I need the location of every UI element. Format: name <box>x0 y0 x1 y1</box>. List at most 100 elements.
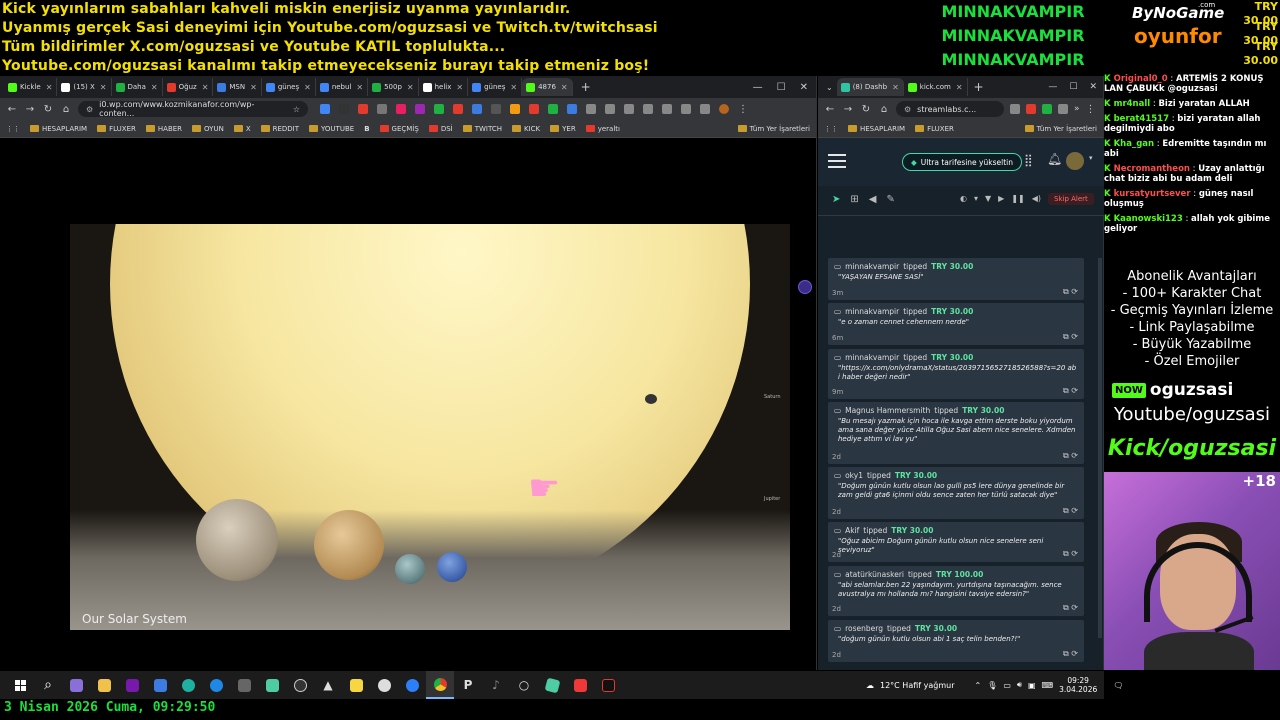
home-icon[interactable]: ⌂ <box>878 104 890 115</box>
bookmark-all[interactable]: Tüm Yer İşaretleri <box>1024 125 1097 133</box>
extension-icon[interactable] <box>643 103 653 114</box>
app-triangle-icon[interactable]: ▲ <box>314 671 342 699</box>
extension-icon[interactable] <box>434 103 444 114</box>
minimize-button[interactable]: — <box>753 82 763 93</box>
forward-arrow-icon[interactable]: → <box>24 104 36 115</box>
gift-icon[interactable]: ⊞ <box>850 194 858 205</box>
tab-search-icon[interactable]: ⌄ <box>822 83 837 92</box>
play-icon[interactable]: ▶ <box>998 194 1004 203</box>
alert-card[interactable]: ▭ minnakvampir tipped TRY 30.00 "YAŞAYAN EF… <box>828 258 1084 300</box>
minimize-button[interactable]: — <box>1048 82 1057 92</box>
bookmark-yeralti[interactable]: yeraltı <box>585 125 620 133</box>
bookmark-hesaplarim[interactable]: HESAPLARIM <box>30 125 87 133</box>
extension-icon[interactable] <box>358 103 368 114</box>
weather-text[interactable]: 12°C Hafif yağmur <box>880 681 955 690</box>
bookmark-all[interactable]: Tüm Yer İşaretleri <box>737 125 810 133</box>
tab-4[interactable]: Oğuz ✕ <box>163 78 214 96</box>
extension-icon[interactable] <box>624 103 634 114</box>
extension-icon[interactable] <box>491 103 501 114</box>
chevron-down-icon[interactable]: ▾ <box>974 194 978 203</box>
skip-alert-button[interactable]: Skip Alert <box>1048 193 1094 205</box>
edge-dev-icon[interactable] <box>174 671 202 699</box>
bookmark-apps-icon[interactable]: ⋮⋮ <box>824 125 838 133</box>
avatar[interactable] <box>1066 152 1084 170</box>
send-icon[interactable]: ➤ <box>832 194 840 205</box>
close-window-button[interactable]: ✕ <box>800 82 808 93</box>
upgrade-button[interactable]: ◆ Ultra tarifesine yükseltin <box>902 153 1022 171</box>
pencil-icon[interactable]: ✎ <box>886 194 894 205</box>
monitor-icon[interactable]: ▣ <box>1028 681 1036 690</box>
bookmark-x[interactable]: X <box>233 125 251 133</box>
extension-icon[interactable] <box>339 103 349 114</box>
tab-2[interactable]: (15) X ✕ <box>57 78 112 96</box>
camera-app-icon[interactable] <box>230 671 258 699</box>
bookmark-youtube[interactable]: YOUTUBE <box>309 125 354 133</box>
keyboard-icon[interactable]: ⌨ <box>1042 681 1054 690</box>
close-icon[interactable]: ✕ <box>100 83 107 92</box>
extension-icon[interactable] <box>605 103 615 114</box>
alert-actions[interactable]: ⧉ ⟳ <box>1063 649 1078 659</box>
close-icon[interactable]: ✕ <box>956 83 963 92</box>
bookmark-apps-icon[interactable]: ⋮⋮ <box>6 125 20 133</box>
alert-card[interactable]: ▭ minnakvampir tipped TRY 30.00 "e o zaman … <box>828 303 1084 345</box>
alert-actions[interactable]: ⧉ ⟳ <box>1063 603 1078 613</box>
maximize-button[interactable]: ☐ <box>777 82 786 93</box>
extension-icon[interactable] <box>1026 104 1036 114</box>
tab-1[interactable]: Kickle ✕ <box>4 78 58 96</box>
weather-icon[interactable]: ☁ <box>866 681 874 690</box>
reload-icon[interactable]: ↻ <box>42 104 54 115</box>
tab-7[interactable]: nebul ✕ <box>316 78 369 96</box>
onenote-icon[interactable] <box>118 671 146 699</box>
back-arrow-icon[interactable]: ← <box>6 104 18 115</box>
extension-icon[interactable] <box>662 103 672 114</box>
close-icon[interactable]: ✕ <box>250 83 257 92</box>
mic-icon[interactable]: 🎙︎ <box>987 681 997 690</box>
filter-icon[interactable]: ▼ <box>985 194 991 203</box>
bookmark-haber[interactable]: HABER <box>145 125 182 133</box>
site-info-icon[interactable]: ⚙ <box>904 105 911 114</box>
close-icon[interactable]: ✕ <box>407 83 414 92</box>
notification-bell-icon[interactable]: 🔔︎ <box>1047 152 1062 166</box>
chevron-up-icon[interactable]: ⌃ <box>975 681 982 690</box>
extension-icon[interactable] <box>1042 104 1052 114</box>
app-music-icon[interactable]: ♪ <box>482 671 510 699</box>
teams-app-icon[interactable] <box>258 671 286 699</box>
edge-icon[interactable] <box>202 671 230 699</box>
pause-icon[interactable]: ❚❚ <box>1011 194 1024 203</box>
alert-card[interactable]: ▭ rosenberg tipped TRY 30.00 "doğum günün k… <box>828 620 1084 662</box>
extension-icon[interactable] <box>472 103 482 114</box>
vivaldi-icon[interactable] <box>566 671 594 699</box>
alert-actions[interactable]: ⧉ ⟳ <box>1063 287 1078 297</box>
extension-icon[interactable] <box>681 103 691 114</box>
bookmark-hesaplarim[interactable]: HESAPLARIM <box>848 125 905 133</box>
app-tilted-icon[interactable] <box>538 671 566 699</box>
clock-app-icon[interactable] <box>370 671 398 699</box>
new-tab-button[interactable]: + <box>581 80 591 94</box>
url-omnibox[interactable]: ⚙ streamlabs.c... <box>896 101 1004 117</box>
tab-10[interactable]: güneş ✕ <box>468 78 523 96</box>
chevron-down-icon[interactable]: ▾ <box>1089 154 1093 162</box>
extension-icon[interactable] <box>700 103 710 114</box>
alert-card[interactable]: ▭ minnakvampir tipped TRY 30.00 "https://x.… <box>828 349 1084 399</box>
search-icon[interactable]: ⌕ <box>34 671 62 699</box>
close-icon[interactable]: ✕ <box>202 83 209 92</box>
bookmark-kick[interactable]: KICK <box>512 125 540 133</box>
alert-card[interactable]: ▭ atatürkünaskeri tipped TRY 100.00 "abi se… <box>828 566 1084 616</box>
close-icon[interactable]: ✕ <box>356 83 363 92</box>
extension-icon[interactable] <box>567 103 577 114</box>
bookmark-oyun[interactable]: OYUN <box>192 125 224 133</box>
extension-icon[interactable] <box>548 103 558 114</box>
streamlabs-icon[interactable] <box>594 671 622 699</box>
tab-streamlabs-dashboard[interactable]: (8) Dashb ✕ <box>836 78 904 96</box>
site-info-icon[interactable]: ⚙ <box>86 105 93 114</box>
extension-icon[interactable] <box>1058 104 1068 114</box>
profile-avatar-icon[interactable] <box>719 103 729 114</box>
volume-icon[interactable]: 🔊︎ <box>1017 680 1022 690</box>
extension-icon[interactable] <box>586 103 596 114</box>
close-icon[interactable]: ✕ <box>561 83 568 92</box>
bookmark-star-icon[interactable]: ☆ <box>293 105 300 114</box>
megaphone-icon[interactable]: ◀ <box>869 194 877 205</box>
file-explorer-icon[interactable] <box>90 671 118 699</box>
extension-icon[interactable] <box>396 103 406 114</box>
url-omnibox[interactable]: ⚙ i0.wp.com/www.kozmikanafor.com/wp-cont… <box>78 100 308 118</box>
